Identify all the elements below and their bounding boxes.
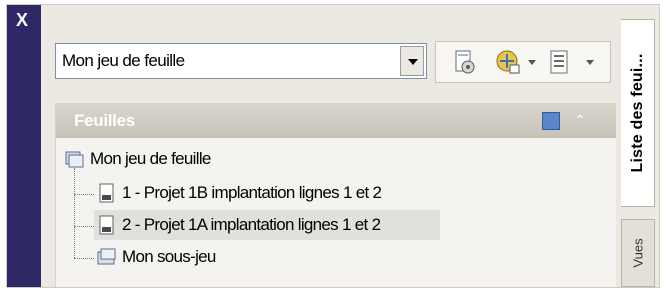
sheet-list-icon: [550, 50, 568, 74]
sheet-icon: [99, 215, 114, 235]
tab-sheet-list-label: Liste des feui...: [628, 53, 646, 173]
tree-item-sheet-1[interactable]: 1 - Projet 1B implantation lignes 1 et 2: [122, 178, 382, 208]
sheets-panel: Feuilles ⌃ Mon jeu de feuille 1 - Projet…: [55, 103, 616, 287]
sheet-settings-button[interactable]: [450, 48, 478, 76]
sheet-set-select[interactable]: Mon jeu de feuille: [55, 43, 427, 79]
tree-connector: [74, 194, 94, 195]
publish-button[interactable]: [494, 48, 522, 76]
sheet-list-button[interactable]: [546, 48, 574, 76]
tree-item-sheet-2[interactable]: 2 - Projet 1A implantation lignes 1 et 2: [122, 210, 381, 240]
collapse-icon[interactable]: ⌃: [570, 110, 590, 130]
publish-dropdown-icon[interactable]: [528, 60, 536, 65]
tab-views-label: Vues: [630, 238, 646, 268]
publish-icon: [496, 50, 520, 74]
side-tabs: Liste des feui... Vues: [619, 5, 659, 287]
sheet-settings-icon: [455, 50, 475, 74]
sheet-set-icon: [65, 151, 84, 168]
tree-connector: [74, 258, 94, 259]
sheet-set-manager-window: X Mon jeu de feuille Feuilles ⌃ Mon jeu …: [6, 4, 660, 288]
close-button[interactable]: X: [11, 9, 33, 31]
tree-item-subset[interactable]: Mon sous-jeu: [122, 242, 216, 272]
panel-view-icon[interactable]: [542, 112, 560, 130]
subset-icon: [97, 248, 116, 265]
tab-views[interactable]: Vues: [621, 219, 655, 287]
sheets-panel-title: Feuilles: [74, 111, 135, 130]
sheet-list-dropdown-icon[interactable]: [586, 60, 594, 65]
palette-title-bar[interactable]: X: [7, 5, 41, 287]
toolbar: [435, 41, 611, 83]
tab-sheet-list[interactable]: Liste des feui...: [621, 19, 655, 207]
sheet-icon: [99, 183, 114, 203]
tree-connector: [74, 168, 75, 258]
sheets-panel-header: Feuilles ⌃: [56, 104, 616, 138]
tree-item-sheet-set[interactable]: Mon jeu de feuille: [90, 144, 211, 174]
sheet-set-select-value: Mon jeu de feuille: [62, 51, 185, 70]
tree-connector: [74, 226, 94, 227]
chevron-down-icon[interactable]: [400, 46, 424, 76]
